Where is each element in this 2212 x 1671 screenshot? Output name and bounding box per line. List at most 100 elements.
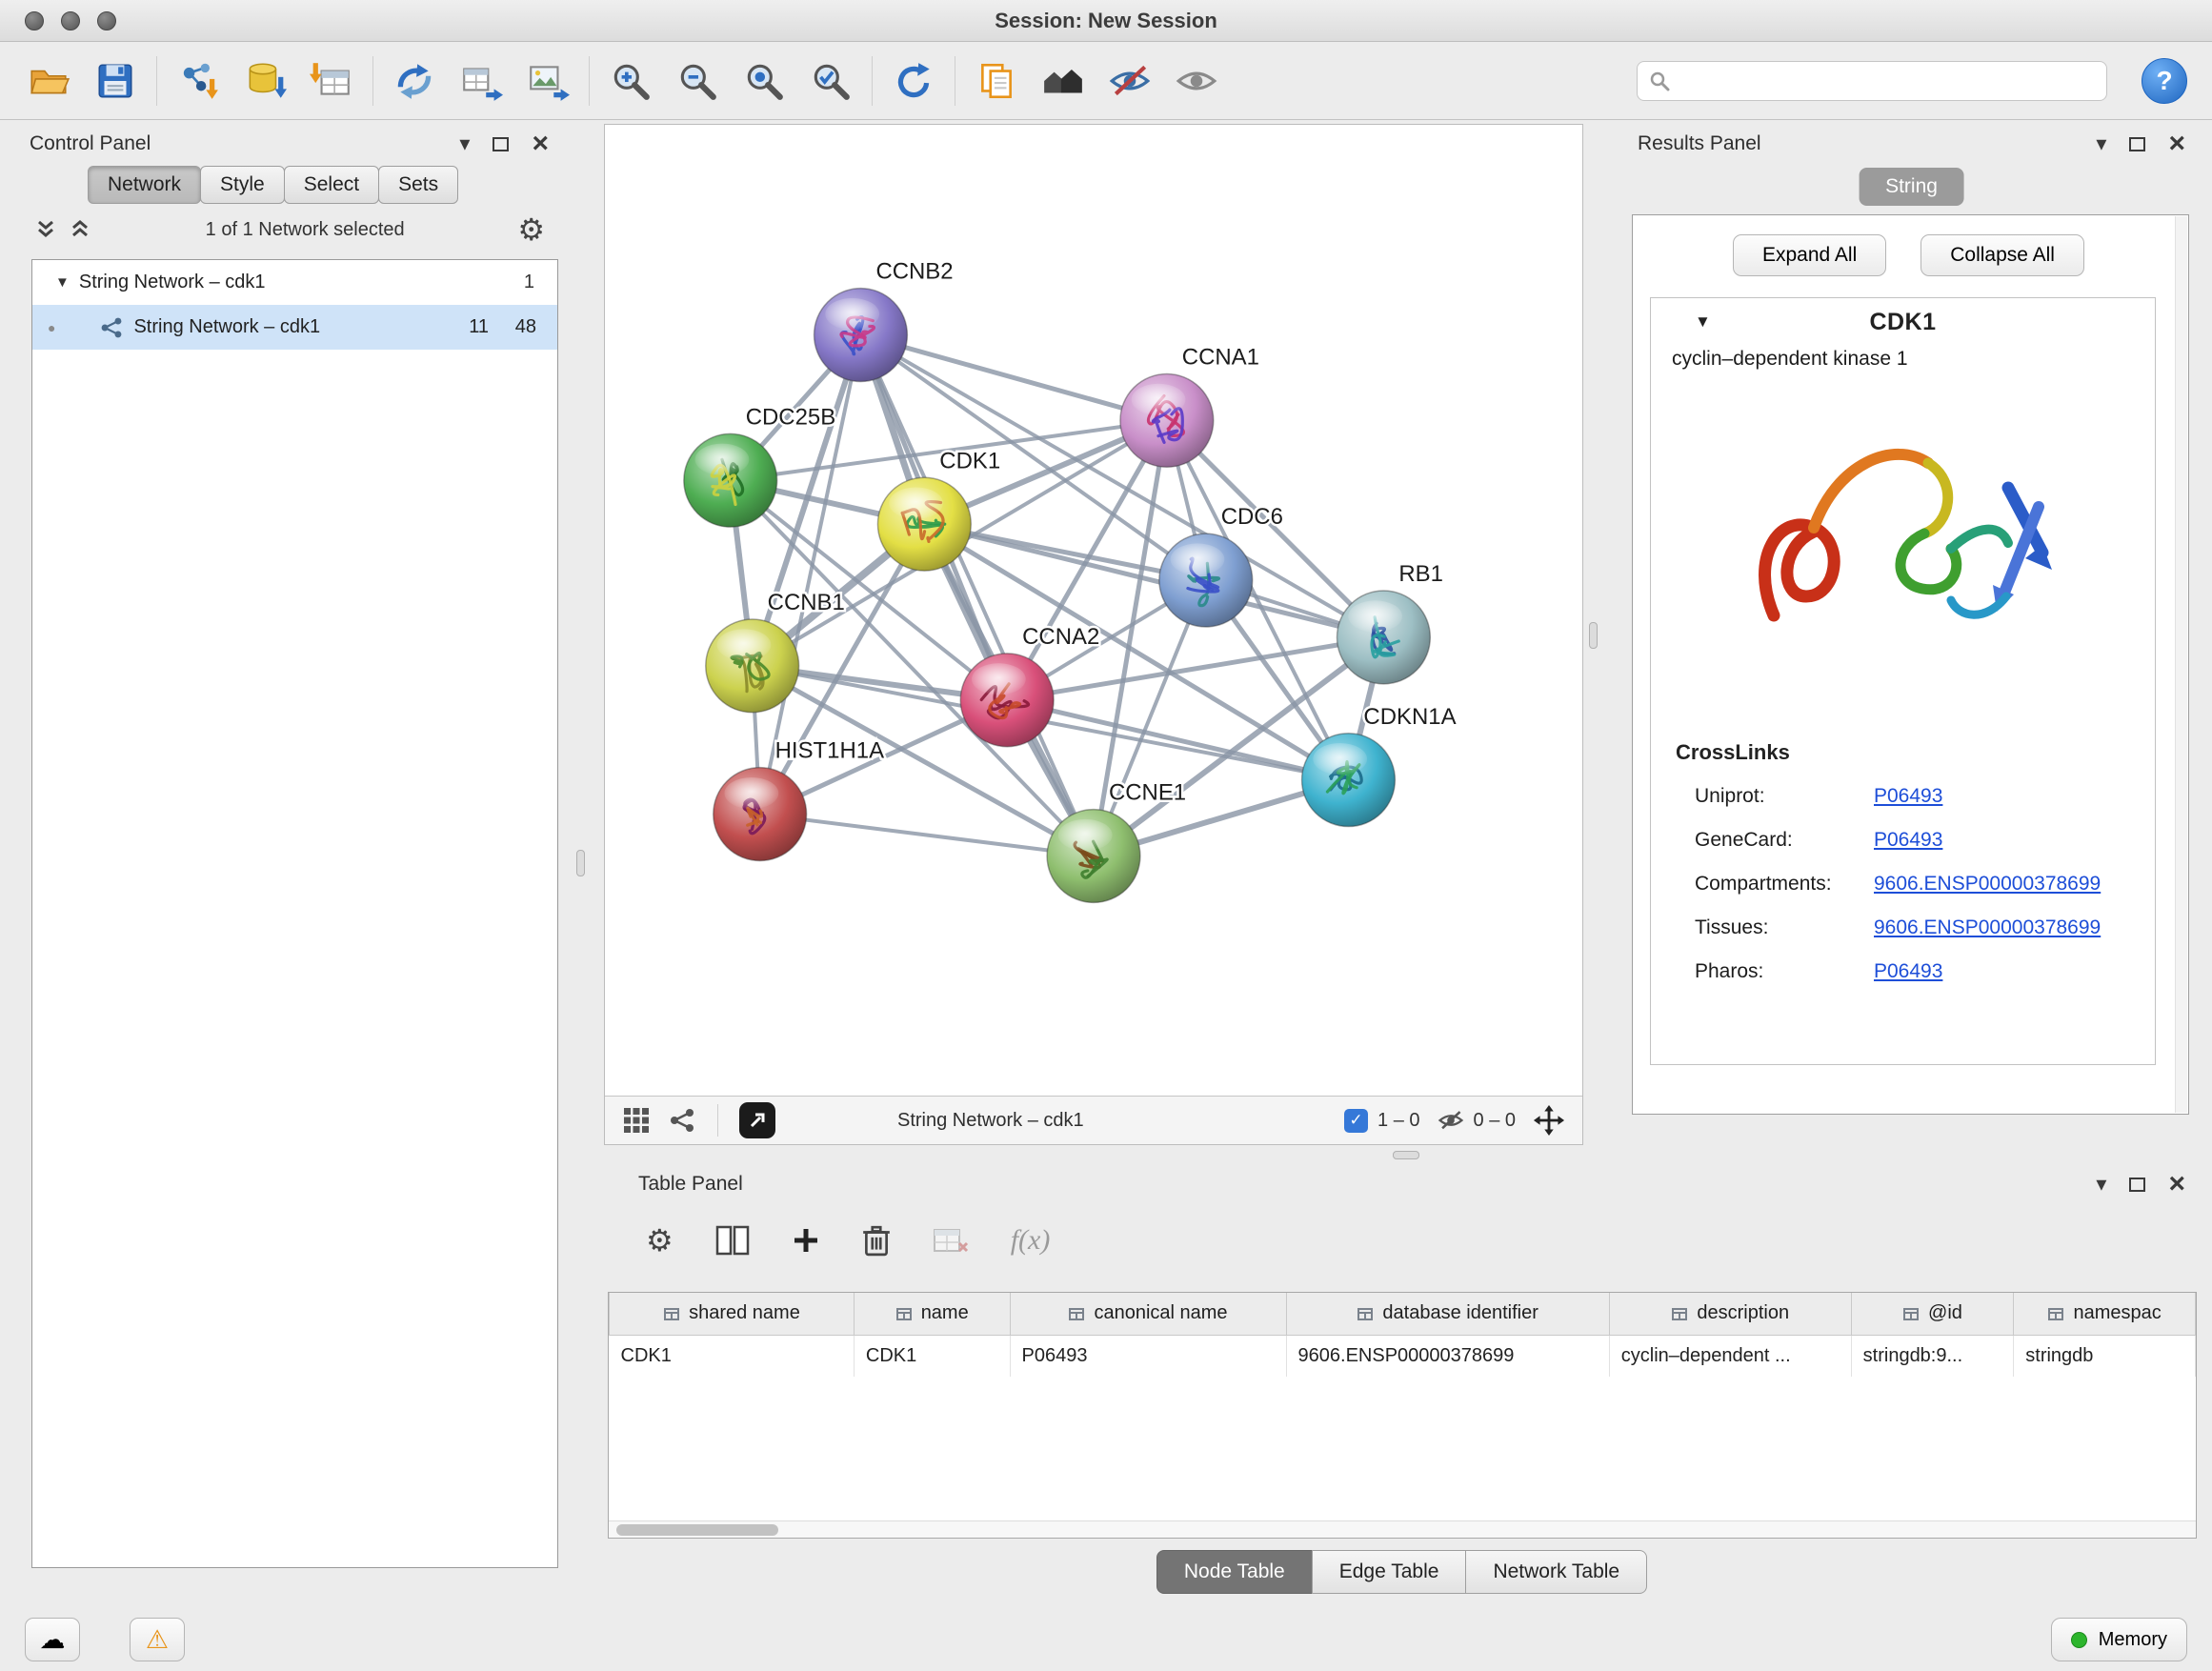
splitter-handle[interactable] bbox=[1393, 1151, 1419, 1159]
tree-expander-icon[interactable]: ▼ bbox=[55, 274, 70, 291]
collapse-all-icon[interactable] bbox=[33, 217, 58, 242]
tab-style[interactable]: Style bbox=[200, 166, 285, 204]
crosslink-link[interactable]: P06493 bbox=[1874, 829, 1942, 852]
panel-float-icon[interactable] bbox=[2129, 137, 2145, 151]
network-node-ccnb2[interactable]: CCNB2 bbox=[814, 259, 954, 382]
column-header-namespac[interactable]: namespac bbox=[2014, 1293, 2196, 1335]
network-edge[interactable] bbox=[860, 335, 1166, 421]
show-columns-button[interactable] bbox=[715, 1225, 750, 1256]
hide-selected-button[interactable] bbox=[1102, 53, 1157, 109]
column-header-shared-name[interactable]: shared name bbox=[610, 1293, 855, 1335]
panel-close-icon[interactable]: × bbox=[2168, 130, 2185, 158]
crosslink-link[interactable]: P06493 bbox=[1874, 785, 1942, 808]
panel-float-icon[interactable] bbox=[2129, 1178, 2145, 1192]
search-input[interactable] bbox=[1679, 70, 2095, 91]
column-header--id[interactable]: @id bbox=[1851, 1293, 2014, 1335]
open-session-button[interactable] bbox=[21, 53, 76, 109]
column-header-canonical-name[interactable]: canonical name bbox=[1010, 1293, 1286, 1335]
network-node-cdc25b[interactable]: CDC25B bbox=[684, 404, 835, 527]
column-header-database-identifier[interactable]: database identifier bbox=[1286, 1293, 1609, 1335]
tab-network[interactable]: Network bbox=[88, 166, 201, 204]
tab-node-table[interactable]: Node Table bbox=[1156, 1550, 1313, 1594]
tab-network-table[interactable]: Network Table bbox=[1465, 1550, 1647, 1594]
scrollbar-thumb[interactable] bbox=[616, 1524, 778, 1536]
eye-icon bbox=[1175, 59, 1218, 103]
apply-layout-button[interactable] bbox=[886, 53, 941, 109]
crosslink-link[interactable]: 9606.ENSP00000378699 bbox=[1874, 916, 2101, 939]
zoom-out-button[interactable] bbox=[670, 53, 725, 109]
collapse-all-button[interactable]: Collapse All bbox=[1920, 234, 2084, 276]
save-session-button[interactable] bbox=[88, 53, 143, 109]
network-node-cdkn1a[interactable]: CDKN1A bbox=[1302, 704, 1457, 827]
table-cell[interactable]: P06493 bbox=[1010, 1335, 1286, 1377]
table-cell[interactable]: CDK1 bbox=[610, 1335, 855, 1377]
network-share-icon[interactable] bbox=[668, 1106, 696, 1135]
protein-section-header[interactable]: ▼ CDK1 bbox=[1651, 298, 2155, 346]
delete-column-button[interactable] bbox=[862, 1224, 891, 1257]
panel-close-icon[interactable]: × bbox=[2168, 1170, 2185, 1198]
zoom-fit-button[interactable] bbox=[736, 53, 792, 109]
copy-button[interactable] bbox=[969, 53, 1024, 109]
section-expander-icon[interactable]: ▼ bbox=[1695, 312, 1711, 332]
table-cell[interactable]: CDK1 bbox=[854, 1335, 1010, 1377]
panel-close-icon[interactable]: × bbox=[532, 130, 549, 158]
export-network-button[interactable] bbox=[387, 53, 442, 109]
panel-menu-icon[interactable]: ▾ bbox=[2096, 1172, 2106, 1197]
network-node-hist1h1a[interactable]: HIST1H1A bbox=[714, 738, 884, 861]
export-image-button[interactable] bbox=[520, 53, 575, 109]
show-all-button[interactable] bbox=[1169, 53, 1224, 109]
network-node-ccnb1[interactable]: CCNB1 bbox=[706, 590, 845, 713]
help-button[interactable]: ? bbox=[2142, 58, 2187, 104]
zoom-in-button[interactable] bbox=[603, 53, 658, 109]
table-horizontal-scrollbar[interactable] bbox=[609, 1520, 2196, 1538]
tab-select[interactable]: Select bbox=[284, 166, 379, 204]
column-header-description[interactable]: description bbox=[1609, 1293, 1851, 1335]
network-row[interactable]: ● String Network – cdk1 11 48 bbox=[32, 305, 557, 350]
table-cell[interactable]: stringdb bbox=[2014, 1335, 2196, 1377]
panel-float-icon[interactable] bbox=[493, 137, 509, 151]
apply-function-button[interactable]: f(x) bbox=[1011, 1224, 1051, 1257]
splitter-handle[interactable] bbox=[1589, 622, 1598, 649]
create-column-button[interactable] bbox=[792, 1226, 820, 1255]
import-network-database-button[interactable] bbox=[237, 53, 292, 109]
expand-all-button[interactable]: Expand All bbox=[1733, 234, 1886, 276]
network-node-ccna1[interactable]: CCNA1 bbox=[1120, 345, 1259, 468]
network-node-cdk1[interactable]: CDK1 bbox=[877, 448, 1000, 571]
network-edge[interactable] bbox=[860, 335, 1094, 856]
open-in-new-window-button[interactable] bbox=[739, 1102, 775, 1138]
network-canvas[interactable]: CCNB2CCNA1CDC25BCDK1CDC6RB1CCNB1CCNA2CDK… bbox=[605, 125, 1582, 1096]
selected-checkbox-icon[interactable]: ✓ bbox=[1344, 1109, 1368, 1133]
network-collection-row[interactable]: ▼ String Network – cdk1 1 bbox=[32, 260, 557, 305]
crosslink-link[interactable]: P06493 bbox=[1874, 960, 1942, 983]
pan-move-icon[interactable] bbox=[1533, 1104, 1565, 1137]
table-options-button[interactable]: ⚙ bbox=[646, 1225, 674, 1256]
memory-button[interactable]: Memory bbox=[2051, 1618, 2187, 1661]
results-scrollbar[interactable] bbox=[2175, 216, 2187, 1113]
panel-menu-icon[interactable]: ▾ bbox=[459, 131, 470, 156]
table-cell[interactable]: cyclin–dependent ... bbox=[1609, 1335, 1851, 1377]
panel-menu-icon[interactable]: ▾ bbox=[2096, 131, 2106, 156]
table-row[interactable]: CDK1CDK1P064939606.ENSP00000378699cyclin… bbox=[610, 1335, 2196, 1377]
hidden-eye-slash-icon[interactable] bbox=[1438, 1107, 1464, 1134]
table-cell[interactable]: 9606.ENSP00000378699 bbox=[1286, 1335, 1609, 1377]
warnings-button[interactable]: ⚠ bbox=[130, 1618, 185, 1661]
birds-eye-grid-icon[interactable] bbox=[622, 1106, 651, 1135]
table-cell[interactable]: stringdb:9... bbox=[1851, 1335, 2014, 1377]
export-table-button[interactable] bbox=[453, 53, 509, 109]
tab-edge-table[interactable]: Edge Table bbox=[1312, 1550, 1467, 1594]
network-node-rb1[interactable]: RB1 bbox=[1337, 561, 1442, 684]
delete-table-button[interactable] bbox=[933, 1226, 969, 1255]
column-header-name[interactable]: name bbox=[854, 1293, 1010, 1335]
splitter-handle[interactable] bbox=[576, 850, 585, 876]
cloud-status-button[interactable]: ☁ bbox=[25, 1618, 80, 1661]
import-network-file-button[interactable] bbox=[171, 53, 226, 109]
import-table-button[interactable] bbox=[304, 53, 359, 109]
crosslink-link[interactable]: 9606.ENSP00000378699 bbox=[1874, 873, 2101, 896]
home-view-button[interactable] bbox=[1036, 53, 1091, 109]
network-edge[interactable] bbox=[760, 815, 1094, 856]
tab-string[interactable]: String bbox=[1859, 168, 1964, 206]
expand-all-icon[interactable] bbox=[68, 217, 92, 242]
zoom-selected-button[interactable] bbox=[803, 53, 858, 109]
tab-sets[interactable]: Sets bbox=[378, 166, 458, 204]
network-options-gear-icon[interactable]: ⚙ bbox=[517, 214, 545, 245]
